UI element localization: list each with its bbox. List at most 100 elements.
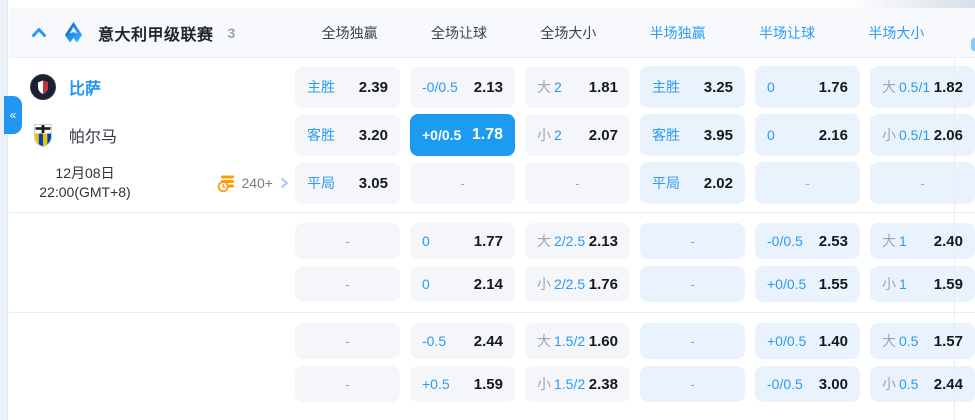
odds-cell-ou[interactable]: 大 2 1.81	[525, 66, 630, 108]
column-header-ft-1x2: 全场独赢	[321, 24, 378, 41]
odds-value: 2.16	[818, 126, 848, 144]
ou-side-label: 大	[882, 79, 896, 95]
odds-label: 0	[422, 276, 430, 292]
odds-label: 主胜	[307, 79, 335, 95]
odds-cell-empty: -	[755, 162, 860, 204]
match-time: 22:00(GMT+8)	[39, 184, 131, 200]
ou-line-value: 0.5/1	[899, 127, 931, 143]
odds-value: 1.59	[473, 375, 503, 393]
odds-cell-1x2[interactable]: 客胜 3.95	[640, 114, 745, 156]
odds-value: 2.14	[473, 275, 503, 293]
odds-value: 1.82	[933, 78, 963, 96]
odds-cell-ou[interactable]: 小 0.5/1 2.06	[870, 114, 975, 156]
ou-side-label: 小	[882, 376, 896, 392]
odds-cell-1x2[interactable]: 主胜 2.39	[295, 66, 400, 108]
collapse-league-button[interactable]	[29, 23, 49, 43]
odds-value: 3.95	[703, 126, 733, 144]
odds-cell-empty: -	[295, 323, 400, 359]
odds-label: -0/0.5	[422, 79, 458, 95]
odds-cell-handicap[interactable]: 0 2.16	[755, 114, 860, 156]
odds-cell-1x2[interactable]: 主胜 3.25	[640, 66, 745, 108]
ou-line-value: 0.5	[899, 333, 919, 349]
odds-label: 大 1.5/2	[537, 331, 585, 351]
away-team-name[interactable]: 帕尔马	[69, 123, 117, 147]
home-team-row[interactable]: 比萨	[9, 66, 295, 108]
ou-side-label: 大	[537, 333, 551, 349]
odds-label: 平局	[652, 175, 680, 191]
page-left-gutter	[0, 0, 8, 420]
sidebar-collapse-tab[interactable]: «	[4, 96, 22, 134]
ou-line-value: 1	[899, 233, 907, 249]
odds-cell-ou[interactable]: 大 0.5 1.57	[870, 323, 975, 359]
odds-cell-1x2[interactable]: 平局 3.05	[295, 162, 400, 204]
odds-cell-handicap[interactable]: +0/0.5 1.40	[755, 323, 860, 359]
odds-cell-ou[interactable]: 大 0.5/1 1.82	[870, 66, 975, 108]
odds-cell-ou[interactable]: 小 1 1.59	[870, 266, 975, 302]
odds-cell-handicap[interactable]: +0/0.5 1.78	[410, 114, 515, 156]
odds-cell-empty: -	[640, 266, 745, 302]
odds-label: +0/0.5	[422, 127, 462, 143]
ou-line-value: 2	[554, 79, 562, 95]
odds-cell-handicap[interactable]: +0/0.5 1.55	[755, 266, 860, 302]
home-team-logo-icon	[30, 74, 56, 100]
odds-label: -0/0.5	[767, 233, 803, 249]
ou-line-value: 0.5	[899, 376, 919, 392]
odds-cell-empty: -	[410, 162, 515, 204]
more-markets-link[interactable]: 240+	[217, 173, 291, 193]
league-title[interactable]: 意大利甲级联赛	[98, 21, 214, 45]
odds-label: 0	[422, 233, 430, 249]
odds-value: 2.40	[933, 232, 963, 250]
odds-label: -0/0.5	[767, 376, 803, 392]
odds-cell-ou[interactable]: 大 1.5/2 1.60	[525, 323, 630, 359]
odds-grid-main: 主胜 2.39 -0/0.5 2.13 大 2 1.81 主胜 3.25 0 1.76 大 0.5/1 1…	[295, 66, 975, 204]
odds-cell-1x2[interactable]: 平局 2.02	[640, 162, 745, 204]
away-team-logo-icon	[30, 122, 56, 148]
odds-cell-handicap[interactable]: 0 1.76	[755, 66, 860, 108]
odds-cell-ou[interactable]: 小 2 2.07	[525, 114, 630, 156]
odds-label: 小2	[537, 125, 562, 145]
odds-cell-handicap[interactable]: 0 2.14	[410, 266, 515, 302]
ou-side-label: 小	[537, 376, 551, 392]
column-header-ht-handicap: 半场让球	[758, 24, 815, 41]
home-team-name[interactable]: 比萨	[69, 75, 101, 99]
ou-side-label: 小	[537, 276, 551, 292]
odds-value: 1.76	[588, 275, 618, 293]
odds-value: 2.13	[588, 232, 618, 250]
odds-cell-empty: -	[640, 223, 745, 259]
odds-label: 客胜	[652, 127, 680, 143]
odds-cell-handicap[interactable]: -0.5 2.44	[410, 323, 515, 359]
ou-side-label: 小	[882, 276, 896, 292]
ou-side-label: 大	[882, 233, 896, 249]
match-datetime: 12月08日 22:00(GMT+8)	[17, 164, 153, 202]
odds-cell-ou[interactable]: 大 2/2.5 2.13	[525, 223, 630, 259]
odds-cell-handicap[interactable]: -0/0.5 2.13	[410, 66, 515, 108]
odds-cell-handicap[interactable]: +0.5 1.59	[410, 366, 515, 402]
odds-cell-handicap[interactable]: -0/0.5 2.53	[755, 223, 860, 259]
column-header-ht-overunder: 半场大小	[868, 24, 925, 41]
odds-value: 2.38	[588, 375, 618, 393]
odds-cell-1x2[interactable]: 客胜 3.20	[295, 114, 400, 156]
odds-value: 2.02	[703, 174, 733, 192]
odds-cell-handicap[interactable]: 0 1.77	[410, 223, 515, 259]
odds-value: 1.76	[818, 78, 848, 96]
odds-label: 小 0.5/1	[882, 125, 930, 145]
odds-cell-ou[interactable]: 小 0.5 2.44	[870, 366, 975, 402]
odds-cell-ou[interactable]: 小 2/2.5 1.76	[525, 266, 630, 302]
column-header-ft-handicap: 全场让球	[430, 24, 487, 41]
odds-cell-empty: -	[295, 366, 400, 402]
odds-label: 小 2/2.5	[537, 274, 585, 294]
away-team-row[interactable]: 帕尔马	[9, 114, 295, 156]
ou-line-value: 2/2.5	[554, 233, 586, 249]
odds-cell-ou[interactable]: 小 1.5/2 2.38	[525, 366, 630, 402]
column-header-ft-overunder: 全场大小	[540, 24, 597, 41]
odds-cell-ou[interactable]: 大 1 2.40	[870, 223, 975, 259]
ou-line-value: 1	[899, 276, 907, 292]
odds-value: 2.53	[818, 232, 848, 250]
odds-label: -0.5	[422, 333, 447, 349]
odds-label: +0/0.5	[767, 333, 807, 349]
odds-value: 3.25	[703, 78, 733, 96]
ou-side-label: 大	[537, 233, 551, 249]
odds-cell-handicap[interactable]: -0/0.5 3.00	[755, 366, 860, 402]
odds-value: 2.13	[473, 78, 503, 96]
odds-section-main: 比萨 帕尔马 12月08日 22:00(GMT+8) 240+ 主胜 2.39 …	[9, 58, 975, 212]
